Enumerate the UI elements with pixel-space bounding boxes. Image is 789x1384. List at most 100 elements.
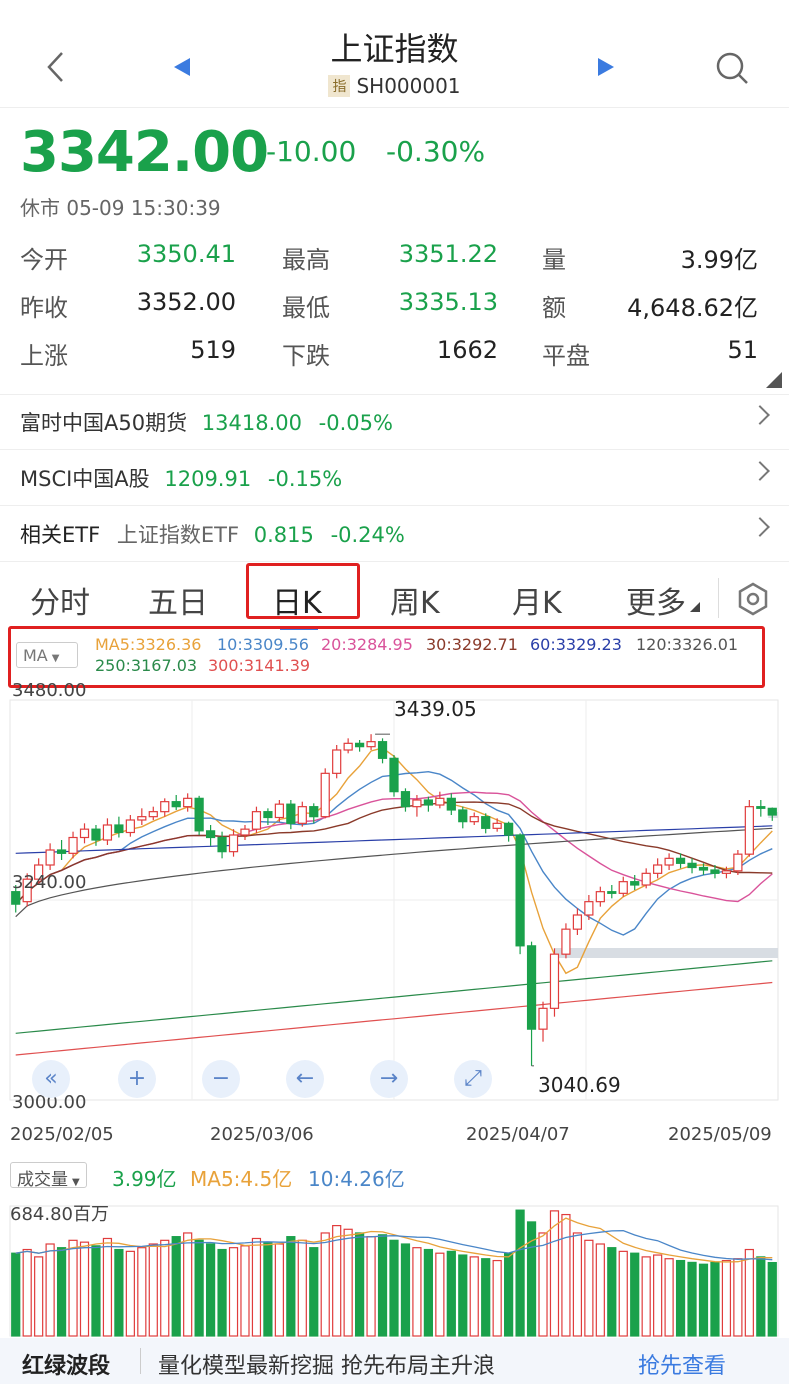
candle-body	[595, 891, 605, 903]
next-stock-icon[interactable]	[596, 56, 616, 78]
related-pct: -0.15%	[267, 467, 343, 491]
candle-body	[607, 891, 617, 894]
stat-label: 昨收	[20, 294, 68, 322]
date-label: 2025/02/05	[10, 1124, 114, 1145]
candle-body	[343, 742, 353, 751]
candle-body	[481, 816, 491, 829]
volume-bar	[171, 1236, 181, 1337]
divider	[718, 578, 719, 618]
candle-body	[561, 928, 571, 955]
candle-body	[492, 822, 502, 829]
ma300-label: 300:3141.39	[208, 656, 311, 675]
chevron-down-icon: ▼	[51, 653, 60, 664]
volume-bar	[251, 1237, 262, 1337]
candle-body	[721, 870, 732, 874]
stat-value: 519	[190, 336, 236, 364]
tab-five-day[interactable]: 五日	[148, 578, 208, 622]
volume-bar	[618, 1250, 628, 1337]
volume-bar	[446, 1250, 456, 1337]
candle-body	[526, 945, 537, 1030]
index-tag: 指	[328, 75, 351, 97]
scroll-left-icon[interactable]: ←	[286, 1060, 324, 1098]
volume-current: 3.99亿	[112, 1167, 177, 1191]
candle-body	[205, 830, 216, 839]
chevron-down-icon: ▼	[72, 1177, 80, 1188]
related-row-a50[interactable]: 富时中国A50期货 13418.00 -0.05%	[0, 394, 789, 450]
stat-value: 1662	[436, 336, 498, 364]
more-dropdown-icon	[690, 602, 700, 612]
candle-body	[68, 836, 78, 854]
candle-body	[389, 757, 399, 793]
stat-label: 量	[542, 246, 566, 274]
ma-selector[interactable]: MA ▼	[16, 642, 78, 668]
candle-body	[710, 869, 720, 874]
tab-daily-k[interactable]: 日K	[272, 578, 322, 622]
candle-body	[320, 772, 330, 818]
candle-body	[240, 828, 250, 836]
related-row-etf[interactable]: 相关ETF 上证指数ETF 0.815 -0.24%	[0, 506, 789, 562]
promo-bar[interactable]: 红绿波段 量化模型最新挖掘 抢先布局主升浪 抢先查看	[0, 1338, 789, 1384]
volume-bar	[756, 1256, 766, 1337]
scroll-right-icon[interactable]: →	[370, 1060, 408, 1098]
volume-bar	[355, 1232, 365, 1337]
volume-ma5: MA5:4.5亿	[190, 1167, 293, 1191]
volume-bar	[79, 1241, 90, 1337]
candle-body	[618, 881, 628, 894]
volume-bar	[148, 1243, 158, 1337]
zoom-in-icon[interactable]: +	[118, 1060, 156, 1098]
candle-body	[446, 797, 456, 811]
candle-body	[217, 836, 227, 853]
volume-bar	[45, 1243, 55, 1337]
gap-band	[554, 948, 778, 958]
volume-bar	[91, 1245, 101, 1337]
rewind-icon[interactable]: «	[32, 1060, 70, 1098]
settings-gear-icon[interactable]	[736, 582, 770, 616]
candle-body	[675, 857, 686, 864]
volume-bar	[435, 1252, 445, 1337]
volume-bar	[584, 1239, 594, 1337]
price-change: -10.00	[266, 135, 357, 168]
volume-bar	[710, 1261, 720, 1337]
search-icon[interactable]	[714, 50, 750, 86]
candle-body	[274, 803, 284, 819]
volume-bar	[217, 1248, 227, 1337]
zoom-out-icon[interactable]: −	[202, 1060, 240, 1098]
y-axis-mid-label: 3240.00	[12, 872, 87, 893]
tab-intraday[interactable]: 分时	[30, 578, 90, 622]
ma10-label: 10:3309.56	[217, 635, 309, 654]
candle-body	[79, 828, 90, 839]
kline-chart[interactable]	[0, 690, 789, 1120]
market-status-time: 休市 05-09 15:30:39	[20, 196, 221, 220]
volume-bar	[733, 1258, 743, 1337]
volume-bar	[125, 1250, 135, 1337]
volume-bar	[572, 1232, 583, 1337]
volume-bar	[469, 1256, 479, 1337]
volume-bar	[675, 1259, 686, 1337]
candle-body	[45, 849, 55, 866]
stat-value: 3351.22	[398, 240, 498, 268]
stat-label: 最低	[282, 294, 330, 322]
tab-weekly-k[interactable]: 周K	[390, 578, 440, 622]
volume-selector-label: 成交量	[17, 1170, 68, 1190]
stat-label: 额	[542, 294, 566, 322]
volume-bar	[332, 1225, 342, 1337]
date-label: 2025/03/06	[210, 1124, 314, 1145]
candle-body	[400, 791, 411, 808]
tab-more[interactable]: 更多	[626, 578, 686, 622]
related-value: 1209.91	[164, 467, 252, 491]
candle-body	[171, 801, 181, 808]
volume-chart[interactable]	[0, 1196, 789, 1338]
candle-body	[584, 901, 594, 916]
volume-bar	[412, 1247, 422, 1337]
related-row-msci[interactable]: MSCI中国A股 1209.91 -0.15%	[0, 450, 789, 506]
stat-value: 3352.00	[136, 288, 236, 316]
expand-stats-icon[interactable]	[766, 372, 782, 388]
candle-body	[756, 806, 766, 809]
volume-bar	[34, 1256, 44, 1337]
fullscreen-icon[interactable]: ⤢	[454, 1060, 492, 1098]
promo-action[interactable]: 抢先查看	[638, 1348, 726, 1380]
related-pct: -0.05%	[318, 411, 393, 435]
volume-selector[interactable]: 成交量 ▼	[10, 1162, 87, 1190]
tab-monthly-k[interactable]: 月K	[512, 578, 562, 622]
candle-body	[641, 872, 651, 886]
